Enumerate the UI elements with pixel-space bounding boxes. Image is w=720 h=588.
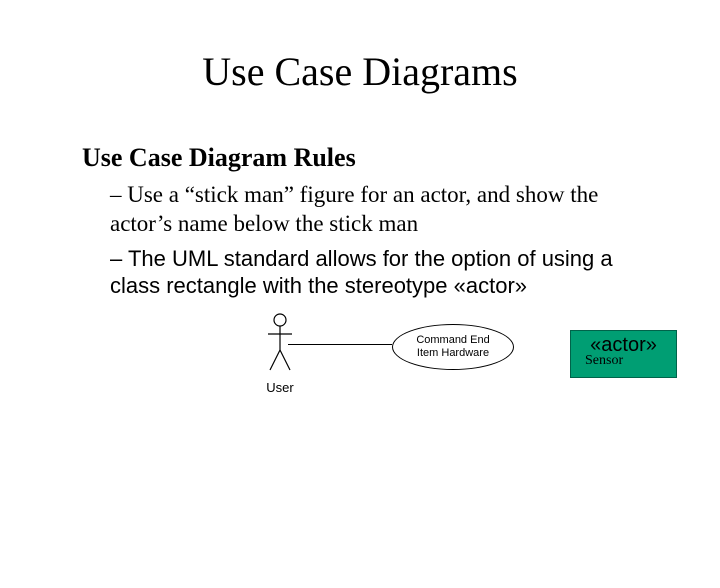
oval-label: Command EndItem Hardware xyxy=(416,334,489,359)
slide-title: Use Case Diagrams xyxy=(0,48,720,95)
list-item: – The UML standard allows for the option… xyxy=(110,245,650,300)
bullet-dash: – xyxy=(110,246,128,271)
bullet-text: Use a “stick man” figure for an actor, a… xyxy=(110,182,598,236)
actor-stereotype-label: «actor» xyxy=(575,335,672,355)
connector-line xyxy=(288,344,392,345)
stickman-label: User xyxy=(260,380,300,395)
bullet-list: – Use a “stick man” figure for an actor,… xyxy=(110,181,650,300)
section-heading: Use Case Diagram Rules xyxy=(82,143,720,173)
stickman-icon xyxy=(268,312,292,372)
bullet-text: The UML standard allows for the option o… xyxy=(110,246,613,299)
bullet-dash: – xyxy=(110,182,127,207)
use-case-oval: Command EndItem Hardware xyxy=(392,324,514,370)
actor-rectangle: «actor» Sensor xyxy=(570,330,677,378)
diagram-figure: User Command EndItem Hardware «actor» Se… xyxy=(0,310,720,430)
list-item: – Use a “stick man” figure for an actor,… xyxy=(110,181,650,239)
